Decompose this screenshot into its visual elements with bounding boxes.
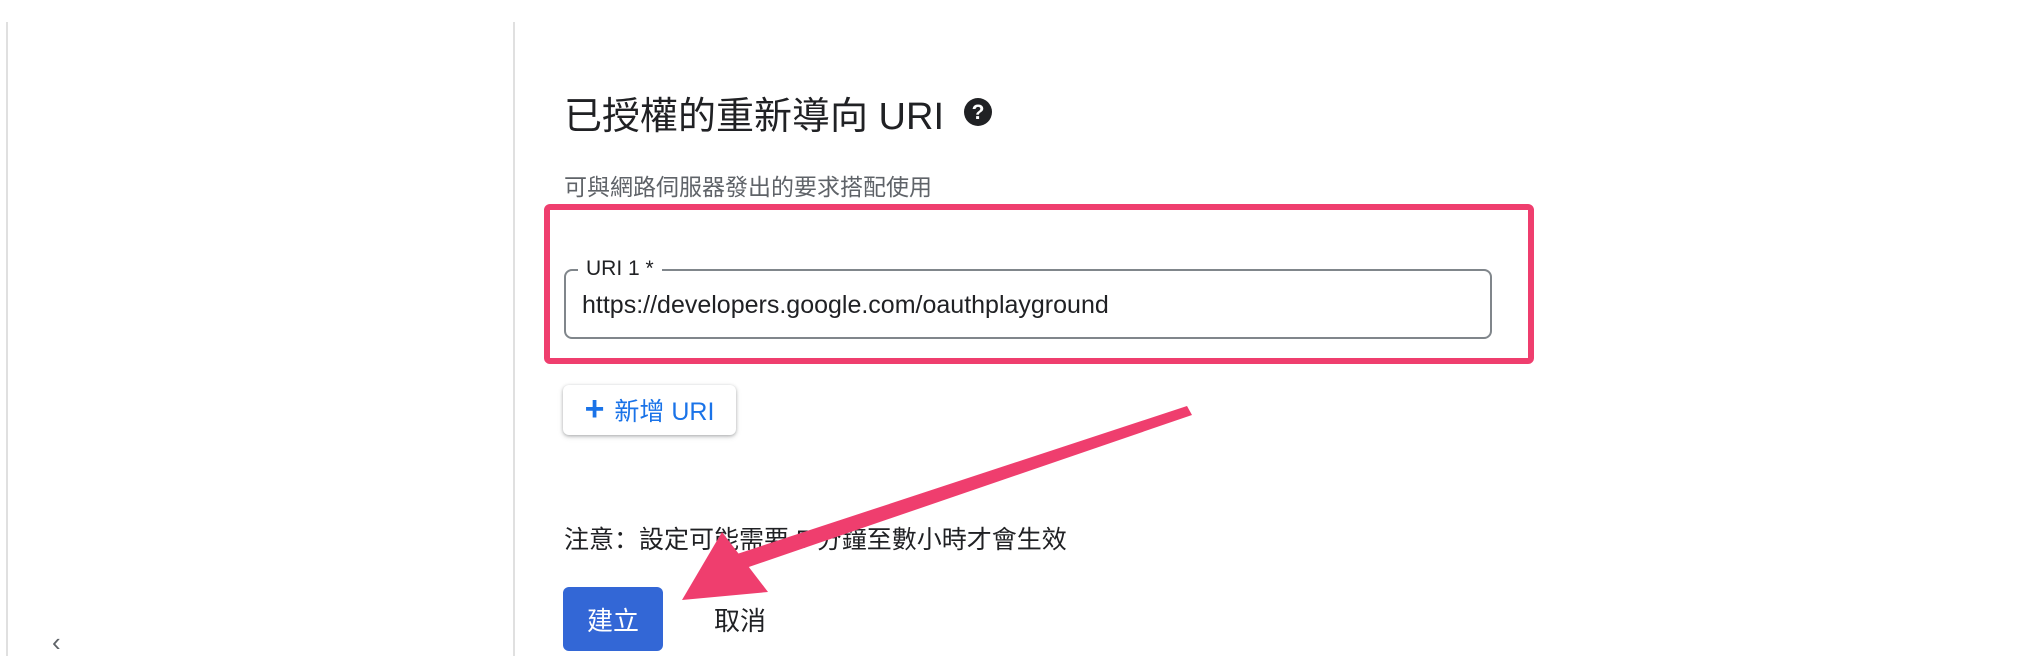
panel-divider xyxy=(513,22,515,656)
uri-1-field[interactable]: URI 1 * xyxy=(564,256,1492,339)
add-uri-button[interactable]: + 新增 URI xyxy=(563,385,736,435)
plus-icon: + xyxy=(584,390,605,428)
help-icon[interactable]: ? xyxy=(964,98,993,126)
uri-1-label: URI 1 * xyxy=(578,256,662,282)
section-subtitle: 可與網路伺服器發出的要求搭配使用 xyxy=(564,174,932,200)
add-uri-label: 新增 URI xyxy=(614,398,715,426)
settings-delay-note: 注意：設定可能需要 5 分鐘至數小時才會生效 xyxy=(564,526,1067,554)
uri-1-input[interactable] xyxy=(582,291,1472,320)
cancel-button[interactable]: 取消 xyxy=(690,587,790,651)
section-title: 已授權的重新導向 URI ? xyxy=(564,86,993,138)
left-rail xyxy=(6,22,8,656)
collapse-icon[interactable]: ‹ xyxy=(52,628,76,656)
section-title-text: 已授權的重新導向 URI xyxy=(564,95,945,138)
page: ‹ 已授權的重新導向 URI ? 可與網路伺服器發出的要求搭配使用 URI 1 … xyxy=(0,0,2032,656)
create-button[interactable]: 建立 xyxy=(563,587,663,651)
